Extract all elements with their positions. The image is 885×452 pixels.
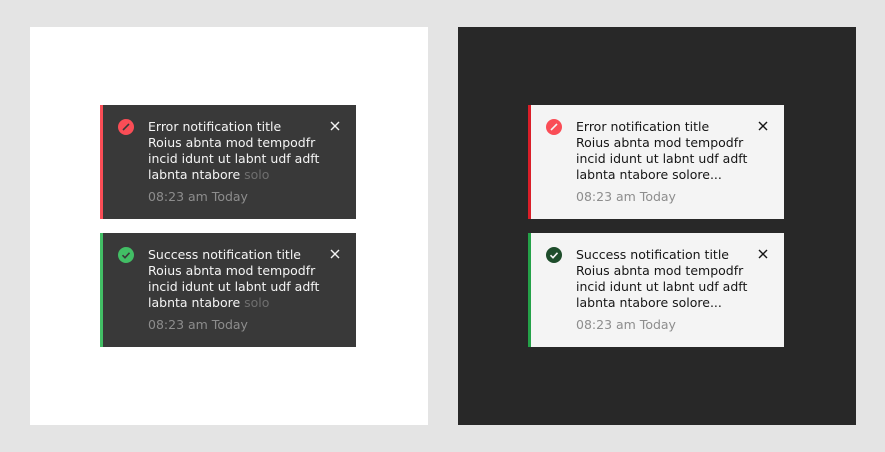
success-notification: Success notification title Roius abnta m… [100,233,356,347]
subtitle-line: incid idunt ut labnt udf adft [148,279,320,294]
success-notification: Success notification title Roius abnta m… [528,233,784,347]
error-accent-bar [100,105,103,219]
subtitle-text: labnta ntabore [148,295,245,310]
dark-theme-panel: Error notification title Roius abnta mod… [458,27,856,425]
notification-subtitle: Roius abnta mod tempodfr incid idunt ut … [576,263,772,311]
error-notification: Error notification title Roius abnta mod… [528,105,784,219]
light-theme-panel: Error notification title Roius abnta mod… [30,27,428,425]
checkmark-icon [118,247,134,263]
error-accent-bar [528,105,531,219]
subtitle-line: labnta ntabore solore... [576,167,722,182]
notification-title: Error notification title [576,119,710,134]
notification-timestamp: 08:23 am Today [576,189,676,204]
notification-subtitle: Roius abnta mod tempodfr incid idunt ut … [148,263,344,311]
checkmark-icon [546,247,562,263]
subtitle-line: labnta ntabore solo [148,167,344,183]
subtitle-faded-text: solo [244,295,270,310]
close-icon[interactable] [328,119,342,133]
subtitle-line: incid idunt ut labnt udf adft [576,279,748,294]
error-notification: Error notification title Roius abnta mod… [100,105,356,219]
subtitle-line: Roius abnta mod tempodfr [148,263,316,278]
notification-timestamp: 08:23 am Today [576,317,676,332]
error-icon [546,119,562,135]
error-icon [118,119,134,135]
notification-title: Success notification title [148,247,301,262]
subtitle-line: incid idunt ut labnt udf adft [148,151,320,166]
notification-subtitle: Roius abnta mod tempodfr incid idunt ut … [576,135,772,183]
subtitle-text: labnta ntabore [148,167,245,182]
notification-subtitle: Roius abnta mod tempodfr incid idunt ut … [148,135,344,183]
subtitle-line: Roius abnta mod tempodfr [148,135,316,150]
notification-title: Success notification title [576,247,729,262]
subtitle-line: Roius abnta mod tempodfr [576,135,744,150]
close-icon[interactable] [328,247,342,261]
subtitle-line: incid idunt ut labnt udf adft [576,151,748,166]
success-accent-bar [528,233,531,347]
subtitle-line: labnta ntabore solore... [576,295,722,310]
subtitle-line: Roius abnta mod tempodfr [576,263,744,278]
notification-title: Error notification title [148,119,282,134]
notification-timestamp: 08:23 am Today [148,317,248,332]
close-icon[interactable] [756,119,770,133]
success-accent-bar [100,233,103,347]
subtitle-line: labnta ntabore solo [148,295,344,311]
subtitle-faded-text: solo [244,167,270,182]
close-icon[interactable] [756,247,770,261]
notification-timestamp: 08:23 am Today [148,189,248,204]
